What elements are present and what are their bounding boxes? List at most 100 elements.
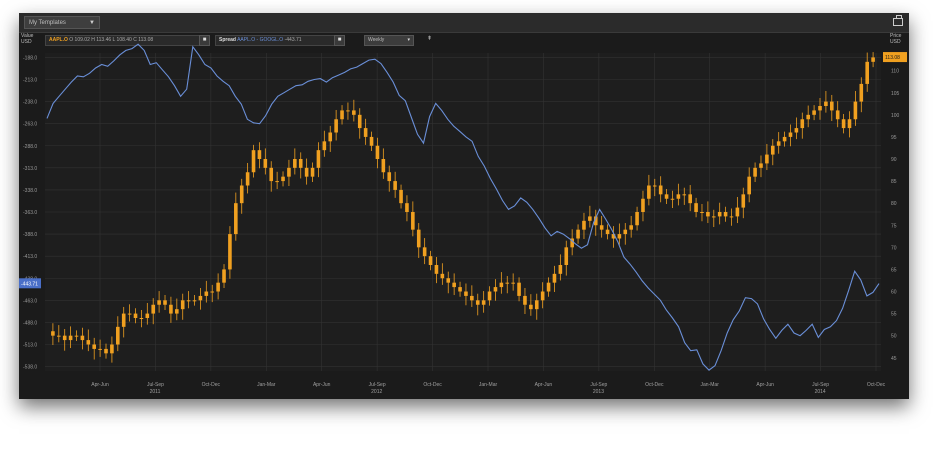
candle <box>588 216 592 221</box>
x-tick-label: Jul-Sep <box>369 382 386 388</box>
candle <box>334 119 338 133</box>
candle <box>375 145 380 159</box>
left-tick-label: -363.0 <box>23 210 37 216</box>
left-tick-label: -313.0 <box>23 166 37 172</box>
candle <box>405 203 409 212</box>
candle <box>245 172 250 186</box>
left-tick-label: -213.0 <box>23 78 37 84</box>
candle <box>80 335 85 341</box>
candle <box>824 101 828 106</box>
candle <box>51 331 55 336</box>
candle <box>86 340 91 345</box>
candle <box>369 136 374 146</box>
candle <box>180 300 185 310</box>
candle <box>664 194 669 199</box>
candle <box>316 150 321 168</box>
right-tick-label: 100 <box>891 113 900 119</box>
candle <box>251 150 256 173</box>
candle <box>381 159 386 173</box>
left-tick-label: -463.0 <box>23 298 37 304</box>
candle <box>198 295 203 301</box>
candle <box>422 247 427 257</box>
candle <box>694 203 698 212</box>
price-chart[interactable]: -188.0 -213.0 -238.0 -263.0 -288.0 -313.0 -338… <box>19 13 909 399</box>
candle <box>529 304 533 310</box>
right-tick-label: 80 <box>891 201 897 207</box>
candle <box>753 167 757 177</box>
x-tick-label: Jul-Sep <box>147 382 164 388</box>
right-tick-label: 105 <box>891 91 900 97</box>
candle <box>393 181 397 190</box>
candle <box>706 212 710 217</box>
candle <box>328 132 333 142</box>
candle <box>104 348 108 354</box>
x-tick-label: Jan-Mar <box>257 382 276 388</box>
year-label: 2012 <box>371 389 382 395</box>
candle <box>765 154 769 164</box>
candle <box>670 198 675 200</box>
candle <box>871 57 875 62</box>
candle <box>239 185 244 204</box>
candle <box>121 313 126 327</box>
candle <box>293 159 297 168</box>
x-tick-label: Oct-Dec <box>202 382 221 388</box>
candle <box>599 225 604 230</box>
left-tick-label: -413.0 <box>23 254 37 260</box>
candle <box>829 101 834 111</box>
candle <box>57 335 61 337</box>
candle <box>582 220 586 230</box>
candle <box>853 101 858 120</box>
candle <box>287 167 291 177</box>
candle <box>782 136 787 142</box>
candle <box>228 234 232 270</box>
x-tick-label: Apr-Jun <box>535 382 553 388</box>
candle <box>505 282 510 284</box>
candle <box>204 291 209 296</box>
candle <box>399 189 403 204</box>
candle <box>729 216 734 218</box>
year-label: 2011 <box>150 389 161 395</box>
right-tick-label: 45 <box>891 356 897 362</box>
left-tick-label: -188.0 <box>23 55 37 61</box>
candle <box>275 181 279 183</box>
candle <box>452 282 456 288</box>
x-tick-label: Apr-Jun <box>756 382 774 388</box>
candle <box>523 295 527 305</box>
candle <box>62 335 67 341</box>
candle <box>841 119 846 129</box>
candle <box>192 300 197 302</box>
candle <box>517 282 521 296</box>
candle <box>481 300 486 305</box>
candle <box>216 282 220 292</box>
candle <box>145 313 150 318</box>
candle <box>546 282 551 292</box>
left-tick-label: -538.0 <box>23 365 37 371</box>
x-tick-label: Apr-Jun <box>91 382 109 388</box>
x-tick-label: Jul-Sep <box>812 382 829 388</box>
right-tick-label: 110 <box>891 69 899 75</box>
x-tick-label: Apr-Jun <box>313 382 331 388</box>
left-tick-label: -238.0 <box>23 100 37 106</box>
candle <box>818 106 822 111</box>
right-tick-label: 65 <box>891 267 897 273</box>
left-tick-label: -513.0 <box>23 343 37 349</box>
candle <box>552 273 557 283</box>
left-current-value: -443.71 <box>21 281 38 287</box>
chart-window: My Templates ▼ Value USD AAPL.O O 109.02… <box>19 13 909 399</box>
right-tick-label: 85 <box>891 179 897 185</box>
x-tick-label: Jul-Sep <box>590 382 607 388</box>
x-tick-label: Jan-Mar <box>479 382 498 388</box>
candle <box>411 212 415 230</box>
candle <box>800 119 805 129</box>
candle <box>434 265 439 274</box>
candle <box>139 318 144 319</box>
candle <box>304 167 309 177</box>
candle <box>629 225 633 230</box>
candle <box>210 291 215 293</box>
left-tick-label: -263.0 <box>23 122 37 128</box>
candle <box>735 207 740 217</box>
candle <box>475 300 480 305</box>
left-tick-label: -288.0 <box>23 144 37 150</box>
candle <box>116 326 120 345</box>
candle <box>641 198 645 212</box>
